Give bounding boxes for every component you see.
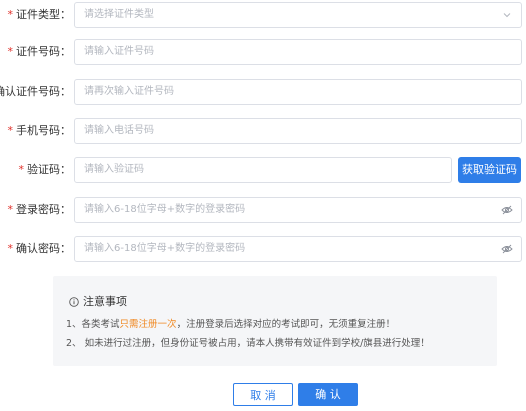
id-number-input[interactable]: 请输入证件号码 — [74, 39, 522, 65]
row-confirm-id-number: *确认证件号码： 请再次输入证件号码 — [0, 79, 526, 105]
code-label: * 验证码： — [18, 163, 72, 176]
phone-label: * 手机号码： — [7, 124, 72, 137]
notice-box: 注意事项 1、各类考试只需注册一次，注册登录后选择对应的考试即可，无须重复注册！… — [53, 276, 497, 366]
confirm-password-input[interactable]: 请输入6-18位字母+数字的登录密码 — [74, 236, 522, 262]
confirm-button[interactable]: 确 认 — [298, 383, 358, 406]
phone-input[interactable]: 请输入电话号码 — [74, 118, 522, 144]
notice-line-2: 2、 如未进行过注册，但身份证号被占用，请本人携带有效证件到学校/旗县进行处理！ — [66, 338, 430, 349]
row-phone: * 手机号码： 请输入电话号码 — [0, 118, 526, 144]
password-label: * 登录密码： — [7, 203, 72, 216]
code-input[interactable]: 请输入验证码 — [74, 157, 452, 183]
row-id-type: * 证件类型： 请选择证件类型 — [0, 2, 526, 28]
get-code-button[interactable]: 获取验证码 — [458, 157, 521, 183]
id-type-select[interactable]: 请选择证件类型 — [74, 2, 522, 28]
row-confirm-password: * 确认密码： 请输入6-18位字母+数字的登录密码 — [0, 236, 526, 262]
id-type-placeholder: 请选择证件类型 — [84, 9, 154, 20]
phone-placeholder: 请输入电话号码 — [84, 125, 154, 136]
id-number-label: * 证件号码： — [7, 45, 72, 58]
password-input[interactable]: 请输入6-18位字母+数字的登录密码 — [74, 197, 522, 223]
password-placeholder: 请输入6-18位字母+数字的登录密码 — [84, 204, 246, 215]
confirm-password-placeholder: 请输入6-18位字母+数字的登录密码 — [84, 243, 246, 254]
confirm-id-number-placeholder: 请再次输入证件号码 — [84, 86, 174, 97]
cancel-button[interactable]: 取 消 — [233, 383, 293, 406]
info-circle-icon — [69, 297, 79, 307]
confirm-password-label: * 确认密码： — [7, 242, 72, 255]
row-code: * 验证码： 请输入验证码 获取验证码 — [0, 157, 526, 183]
chevron-down-icon — [503, 13, 511, 18]
confirm-id-number-label: *确认证件号码： — [0, 85, 71, 98]
id-number-placeholder: 请输入证件号码 — [84, 46, 154, 57]
eye-off-icon[interactable] — [501, 244, 513, 254]
id-type-label: * 证件类型： — [7, 8, 72, 21]
row-id-number: * 证件号码： 请输入证件号码 — [0, 39, 526, 65]
eye-off-icon[interactable] — [501, 205, 513, 215]
notice-line-1: 1、各类考试只需注册一次，注册登录后选择对应的考试即可，无须重复注册！ — [66, 319, 396, 330]
confirm-id-number-input[interactable]: 请再次输入证件号码 — [74, 79, 522, 105]
notice-title: 注意事项 — [69, 293, 127, 309]
code-placeholder: 请输入验证码 — [84, 164, 144, 175]
notice-highlight: 只需注册一次 — [119, 319, 177, 330]
row-password: * 登录密码： 请输入6-18位字母+数字的登录密码 — [0, 197, 526, 223]
